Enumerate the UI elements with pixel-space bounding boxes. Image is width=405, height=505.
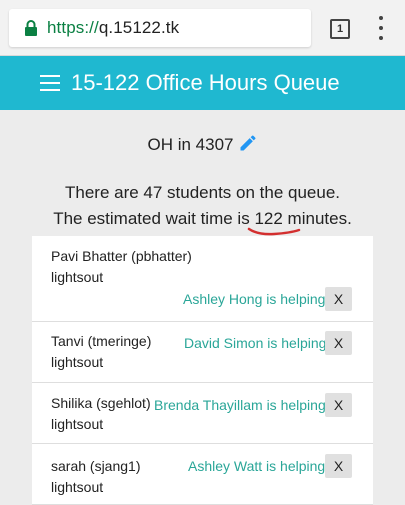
tabs-count-button[interactable]: 1 [330,19,350,39]
student-topic: lightsout [51,479,104,495]
students-count-line: There are 47 students on the queue. [64,183,341,202]
hamburger-menu-icon[interactable] [40,75,60,91]
student-name: Shilika (sgehlot) [51,395,151,411]
app-header: 15-122 Office Hours Queue [0,56,405,110]
address-bar[interactable]: https://q.15122.tk [9,9,311,47]
remove-button[interactable]: X [325,454,352,478]
overflow-dot [379,26,383,30]
overflow-dot [379,36,383,40]
location-text: OH in 4307 [147,135,234,154]
queue-summary: There are 47 students on the queue. The … [0,180,405,236]
queue-entry: sarah (sjang1) lightsout Ashley Watt is … [32,444,373,505]
queue-entry: Tanvi (tmeringe) lightsout David Simon i… [32,322,373,383]
url-host: q.15122.tk [98,18,180,37]
student-name: Tanvi (tmeringe) [51,333,152,349]
app-title: 15-122 Office Hours Queue [71,70,340,95]
page: https://q.15122.tk 1 15-122 Office Hours… [0,0,405,505]
student-name: Pavi Bhatter (pbhatter) [51,248,192,264]
lock-icon [25,20,37,36]
remove-button[interactable]: X [325,287,352,311]
overflow-menu-icon[interactable] [372,16,390,40]
wait-minutes-wrap: 122 [248,206,301,236]
queue-entry: Shilika (sgehlot) lightsout Brenda Thayi… [32,383,373,444]
remove-button[interactable]: X [325,393,352,417]
browser-toolbar: https://q.15122.tk 1 [0,0,405,56]
helper-status: Brenda Thayillam is helping [154,397,326,413]
pencil-icon[interactable] [238,133,258,153]
tabs-count: 1 [336,23,344,35]
student-topic: lightsout [51,354,104,370]
student-topic: lightsout [51,416,104,432]
helper-status: Ashley Hong is helping [183,291,326,307]
overflow-dot [379,16,383,20]
remove-button[interactable]: X [325,331,352,355]
wait-time-line: The estimated wait time is 122 minutes. [0,206,405,236]
url-scheme: https:// [47,18,99,37]
wait-prefix: The estimated wait time is [53,209,250,228]
queue-entry: Pavi Bhatter (pbhatter) lightsout Ashley… [32,236,373,322]
url-text: https://q.15122.tk [47,18,179,38]
location-line: OH in 4307 [0,133,405,155]
queue-list: Pavi Bhatter (pbhatter) lightsout Ashley… [32,236,373,505]
student-name: sarah (sjang1) [51,458,141,474]
helper-status: David Simon is helping [184,335,327,351]
student-topic: lightsout [51,269,104,285]
helper-status: Ashley Watt is helping [188,458,326,474]
